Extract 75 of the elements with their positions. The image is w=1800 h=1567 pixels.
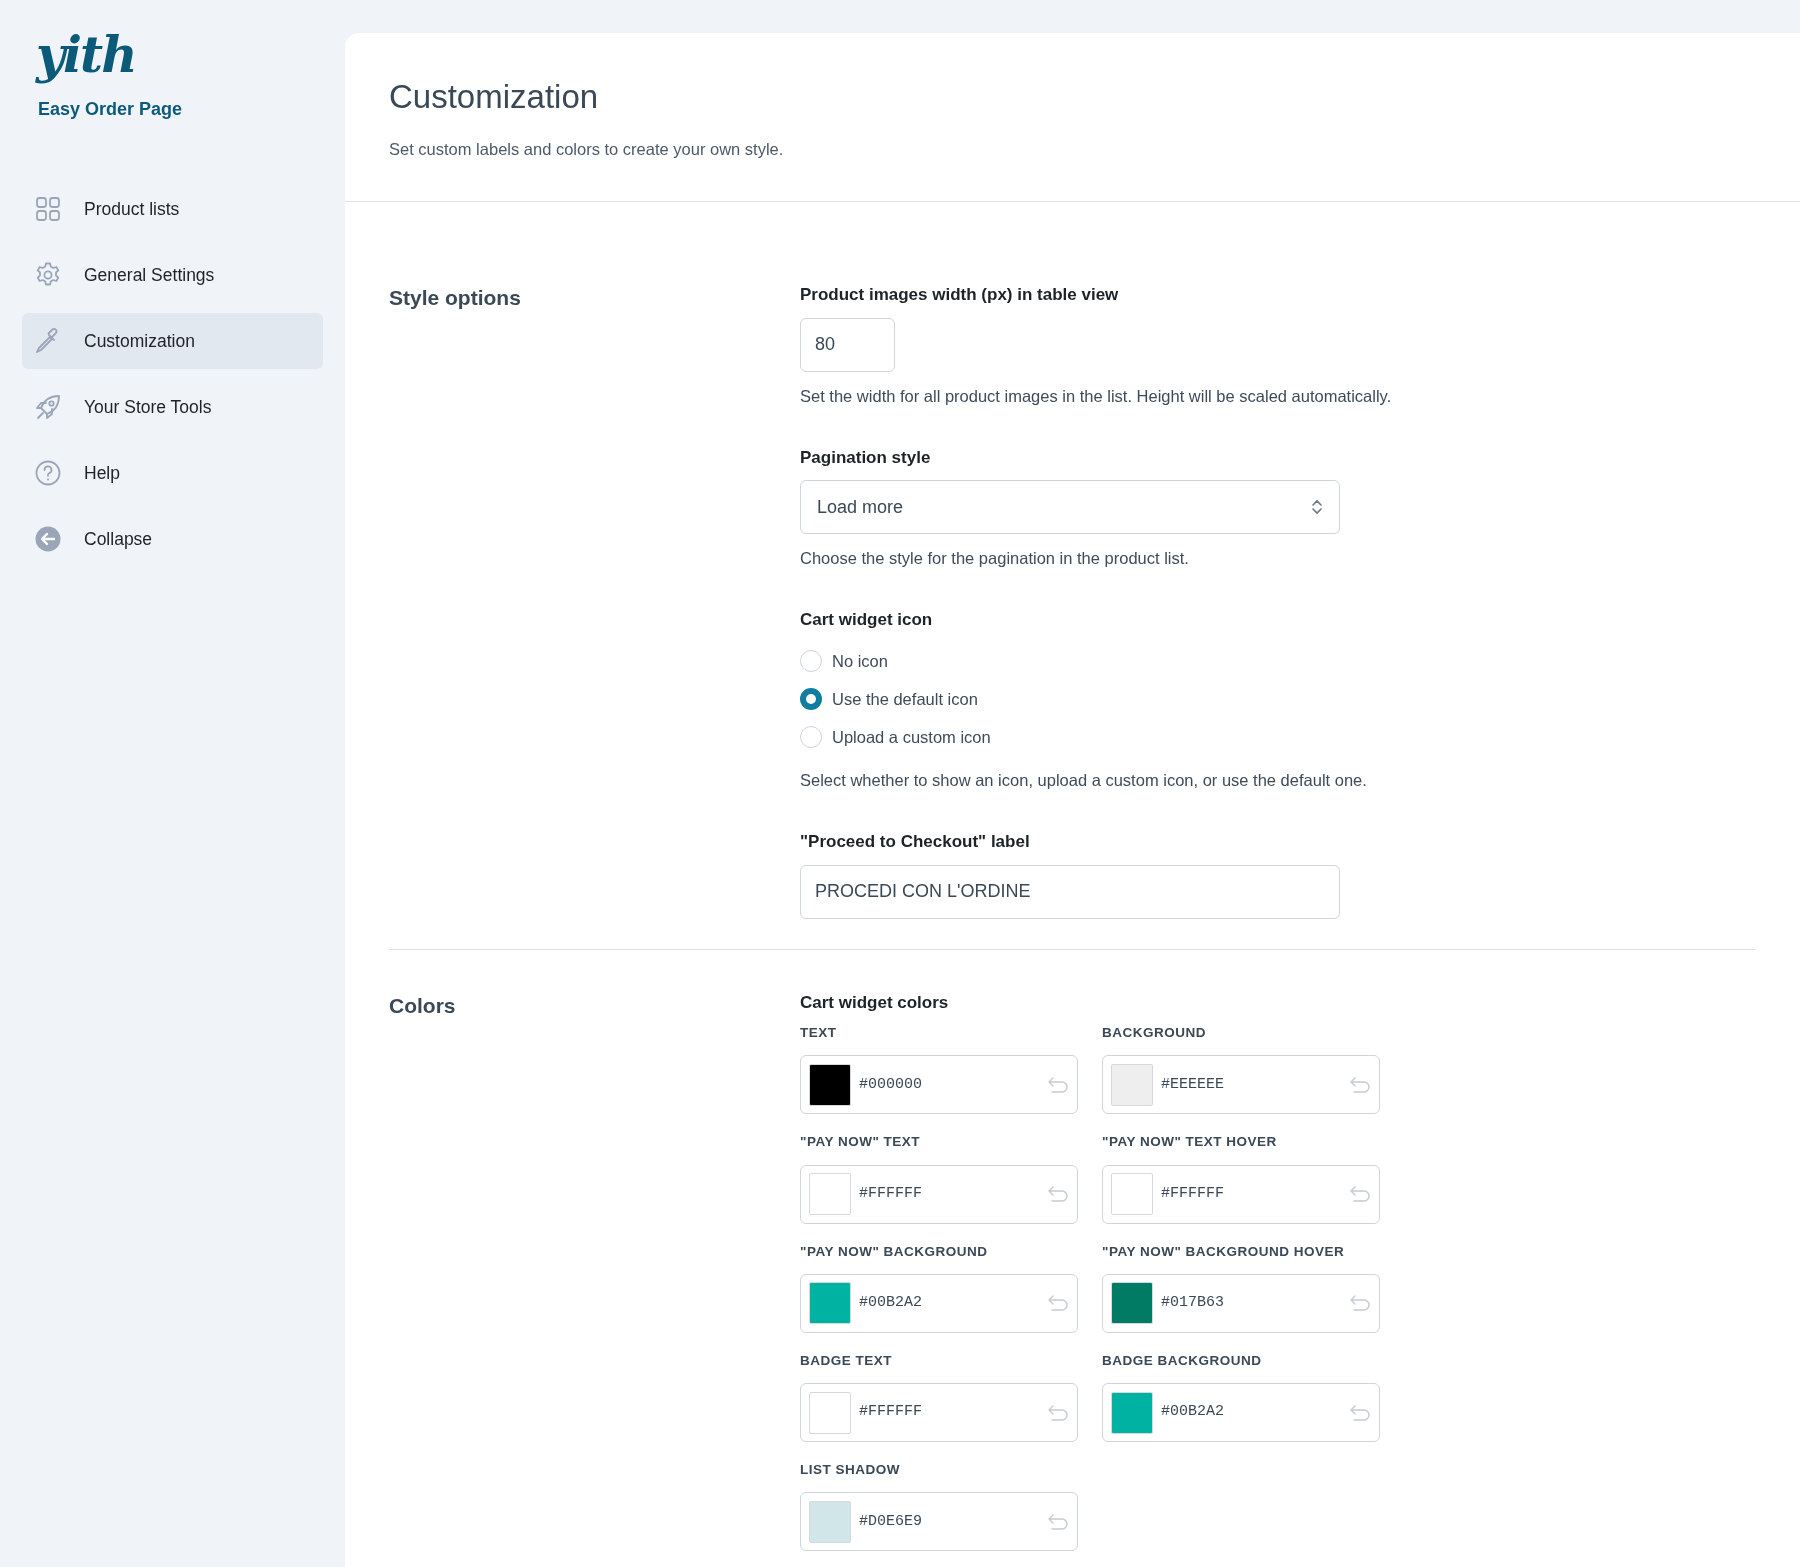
- reset-icon[interactable]: [1047, 1512, 1069, 1531]
- color-value: #FFFFFF: [859, 1183, 923, 1204]
- reset-icon[interactable]: [1349, 1075, 1371, 1094]
- field-description: Select whether to show an icon, upload a custom icon, or use the default one.: [800, 770, 1368, 792]
- page-subtitle: Set custom labels and colors to create your own style.: [389, 138, 785, 160]
- color-label: "PAY NOW" TEXT HOVER: [1102, 1133, 1278, 1152]
- field-label: Pagination style: [800, 446, 932, 469]
- color-field[interactable]: #FFFFFF: [1102, 1164, 1380, 1224]
- color-field[interactable]: #017B63: [1102, 1273, 1380, 1333]
- page-title: Customization: [389, 77, 600, 117]
- chevron-updown-icon: [1311, 498, 1323, 517]
- color-value: #017B63: [1161, 1293, 1225, 1314]
- reset-icon[interactable]: [1047, 1294, 1069, 1313]
- field-label: Product images width (px) in table view: [800, 284, 1120, 307]
- color-field[interactable]: #00B2A2: [1102, 1383, 1380, 1443]
- color-swatch[interactable]: [809, 1282, 851, 1325]
- sidebar-item[interactable]: Customization: [22, 313, 323, 369]
- color-value: #FFFFFF: [1161, 1183, 1225, 1204]
- field-label: Cart widget colors: [800, 991, 950, 1014]
- color-swatch[interactable]: [809, 1391, 851, 1434]
- sidebar-item[interactable]: General Settings: [22, 247, 323, 303]
- color-label: TEXT: [800, 1024, 838, 1043]
- text-input[interactable]: PROCEDI CON L'ORDINE: [800, 864, 1340, 919]
- color-swatch[interactable]: [1111, 1282, 1153, 1325]
- color-value: #EEEEEE: [1161, 1074, 1225, 1095]
- color-label: LIST SHADOW: [800, 1461, 901, 1480]
- color-swatch[interactable]: [1111, 1063, 1153, 1106]
- radio-button[interactable]: [800, 688, 822, 711]
- reset-icon[interactable]: [1047, 1185, 1069, 1204]
- reset-icon[interactable]: [1349, 1185, 1371, 1204]
- reset-icon[interactable]: [1349, 1294, 1371, 1313]
- color-field[interactable]: #EEEEEE: [1102, 1055, 1380, 1115]
- field-label: "Proceed to Checkout" label: [800, 831, 1031, 854]
- grid-icon: [34, 195, 62, 223]
- product-name: Easy Order Page: [37, 98, 184, 121]
- field-description: Set the width for all product images in the list. Height will be scaled automatically.: [800, 385, 1393, 407]
- radio-label[interactable]: No icon: [832, 648, 888, 674]
- color-swatch[interactable]: [1111, 1391, 1153, 1434]
- color-label: "PAY NOW" TEXT: [800, 1133, 922, 1152]
- color-value: #FFFFFF: [859, 1402, 923, 1423]
- reset-icon[interactable]: [1047, 1075, 1069, 1094]
- field-description: Choose the style for the pagination in the product list.: [800, 548, 1190, 570]
- color-swatch[interactable]: [1111, 1173, 1153, 1216]
- color-field[interactable]: #FFFFFF: [800, 1164, 1078, 1224]
- section-title: Style options: [389, 285, 522, 312]
- color-field[interactable]: #00B2A2: [800, 1273, 1078, 1333]
- sidebar-item[interactable]: Your Store Tools: [22, 379, 323, 435]
- section-title: Colors: [389, 992, 457, 1019]
- color-field[interactable]: #D0E6E9: [800, 1492, 1078, 1552]
- field-label: Cart widget icon: [800, 608, 934, 631]
- color-field[interactable]: #000000: [800, 1055, 1078, 1115]
- sidebar-item[interactable]: Help: [22, 445, 323, 501]
- radio-label[interactable]: Upload a custom icon: [832, 724, 991, 750]
- help-icon: [34, 459, 62, 487]
- select-field[interactable]: Load more: [800, 480, 1340, 535]
- number-input[interactable]: 80: [800, 317, 895, 372]
- color-value: #000000: [859, 1074, 923, 1095]
- color-value: #D0E6E9: [859, 1511, 923, 1532]
- radio-label[interactable]: Use the default icon: [832, 686, 978, 712]
- color-swatch[interactable]: [809, 1063, 851, 1106]
- color-label: "PAY NOW" BACKGROUND HOVER: [1102, 1242, 1346, 1261]
- color-field[interactable]: #FFFFFF: [800, 1383, 1078, 1443]
- color-label: BACKGROUND: [1102, 1024, 1207, 1043]
- reset-icon[interactable]: [1047, 1403, 1069, 1422]
- reset-icon[interactable]: [1349, 1403, 1371, 1422]
- sidebar-item[interactable]: Collapse: [22, 511, 323, 567]
- rocket-icon: [34, 393, 62, 421]
- color-label: BADGE BACKGROUND: [1102, 1351, 1263, 1370]
- color-swatch[interactable]: [809, 1500, 851, 1543]
- color-value: #00B2A2: [1161, 1402, 1225, 1423]
- color-value: #00B2A2: [859, 1293, 923, 1314]
- sidebar-item[interactable]: Product lists: [22, 181, 323, 237]
- color-label: "PAY NOW" BACKGROUND: [800, 1242, 989, 1261]
- color-label: BADGE TEXT: [800, 1351, 893, 1370]
- color-swatch[interactable]: [809, 1173, 851, 1216]
